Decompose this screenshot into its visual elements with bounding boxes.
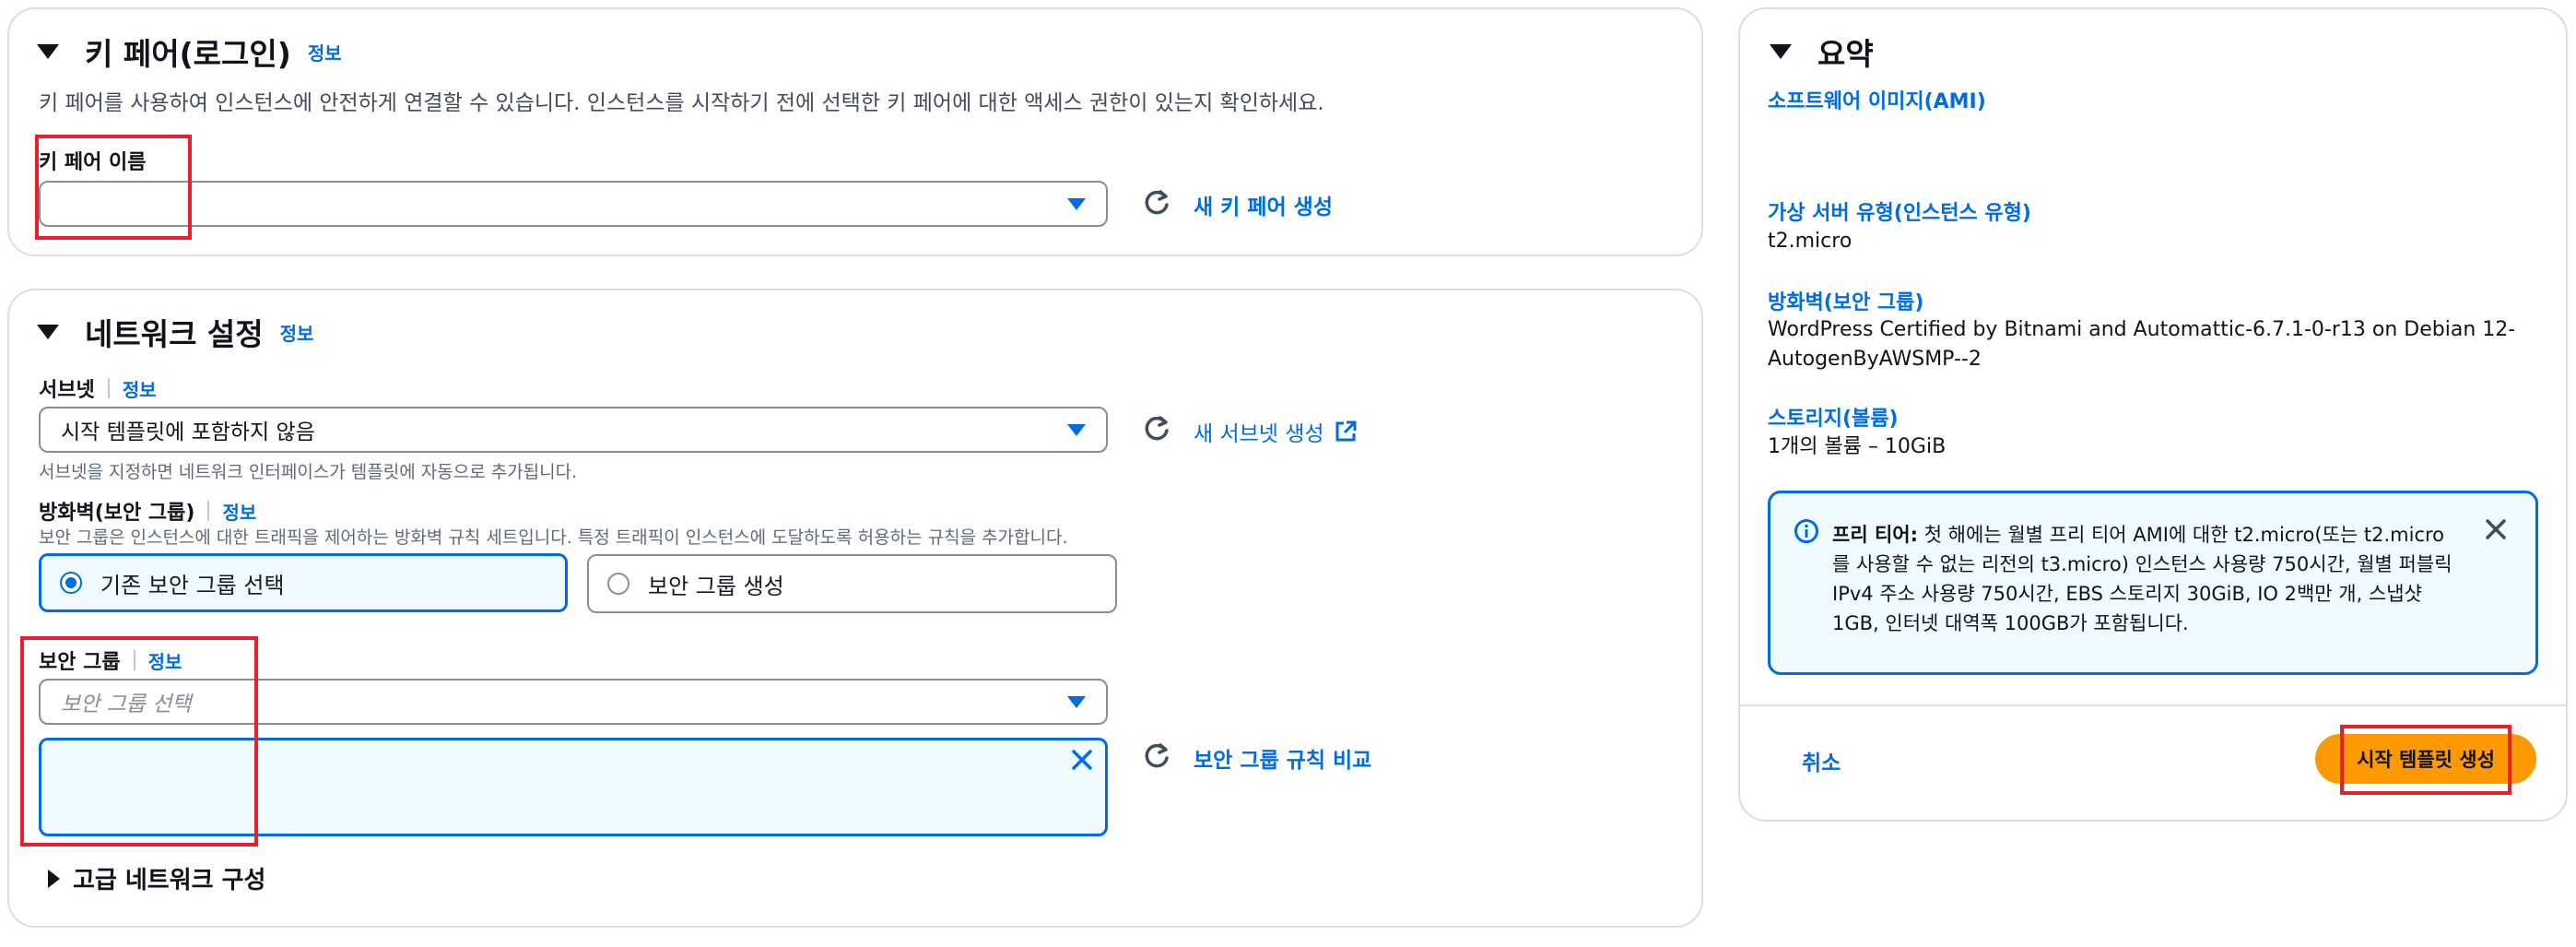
summary-heading[interactable]: 요약 bbox=[1770, 30, 1874, 74]
free-tier-title: 프리 티어: bbox=[1832, 524, 1918, 546]
highlight-box-create-button bbox=[2340, 725, 2511, 795]
firewall-info-link[interactable]: 정보 bbox=[222, 498, 256, 525]
subnet-label-text: 서브넷 bbox=[39, 379, 95, 402]
network-heading[interactable]: 네트워크 설정 정보 bbox=[37, 310, 313, 354]
collapse-caret-icon[interactable] bbox=[1770, 44, 1792, 59]
subnet-select[interactable]: 시작 템플릿에 포함하지 않음 bbox=[39, 407, 1108, 453]
advanced-network-label: 고급 네트워크 구성 bbox=[73, 867, 266, 894]
key-pair-name-select[interactable] bbox=[39, 181, 1108, 227]
free-tier-text: 프리 티어: 첫 해에는 월별 프리 티어 AMI에 대한 t2.micro(또… bbox=[1832, 520, 2459, 638]
expand-caret-icon bbox=[48, 869, 60, 888]
radio-selected-icon bbox=[60, 572, 82, 594]
subnet-label: 서브넷 정보 bbox=[39, 373, 157, 403]
summary-footer-divider bbox=[1740, 704, 2566, 706]
key-pair-title: 키 페어(로그인) bbox=[85, 36, 291, 72]
close-icon[interactable] bbox=[2485, 518, 2507, 540]
summary-ami-link[interactable]: 소프트웨어 이미지(AMI) bbox=[1768, 85, 1986, 114]
summary-firewall-value: WordPress Certified by Bitnami and Autom… bbox=[1768, 318, 2516, 371]
refresh-icon[interactable] bbox=[1143, 415, 1170, 443]
radio-create-security-group[interactable]: 보안 그룹 생성 bbox=[587, 554, 1117, 613]
dropdown-caret-icon bbox=[1067, 424, 1086, 436]
info-icon bbox=[1794, 519, 1818, 543]
advanced-network-toggle[interactable]: 고급 네트워크 구성 bbox=[48, 861, 265, 895]
create-subnet-link[interactable]: 새 서브넷 생성 bbox=[1194, 416, 1358, 447]
create-key-pair-link[interactable]: 새 키 페어 생성 bbox=[1194, 189, 1333, 220]
divider bbox=[207, 501, 210, 521]
close-icon[interactable] bbox=[1071, 749, 1093, 771]
compare-security-group-rules-link[interactable]: 보안 그룹 규칙 비교 bbox=[1194, 742, 1371, 774]
dropdown-caret-icon bbox=[1067, 198, 1086, 210]
collapse-caret-icon[interactable] bbox=[37, 325, 59, 339]
radio-option-label: 기존 보안 그룹 선택 bbox=[100, 572, 285, 598]
key-pair-heading[interactable]: 키 페어(로그인) 정보 bbox=[37, 30, 342, 74]
summary-storage-value: 1개의 볼륨 – 10GiB bbox=[1768, 435, 1947, 458]
subnet-hint: 서브넷을 지정하면 네트워크 인터페이스가 템플릿에 자동으로 추가됩니다. bbox=[39, 462, 578, 482]
firewall-label-text: 방화벽(보안 그룹) bbox=[39, 502, 195, 525]
firewall-hint: 보안 그룹은 인스턴스에 대한 트래픽을 제어하는 방화벽 규칙 세트입니다. … bbox=[39, 527, 1068, 548]
key-pair-info-link[interactable]: 정보 bbox=[308, 39, 342, 65]
summary-storage-link[interactable]: 스토리지(볼륨) bbox=[1768, 402, 1899, 432]
external-link-icon bbox=[1335, 420, 1357, 442]
highlight-box-key-pair-name bbox=[35, 135, 192, 240]
radio-unselected-icon bbox=[607, 573, 629, 595]
subnet-info-link[interactable]: 정보 bbox=[123, 375, 157, 402]
refresh-icon[interactable] bbox=[1143, 189, 1170, 217]
summary-title: 요약 bbox=[1817, 36, 1874, 72]
summary-instance-type-link[interactable]: 가상 서버 유형(인스턴스 유형) bbox=[1768, 196, 2031, 226]
dropdown-caret-icon bbox=[1067, 696, 1086, 708]
network-title: 네트워크 설정 bbox=[85, 316, 264, 352]
collapse-caret-icon[interactable] bbox=[37, 44, 59, 59]
highlight-box-security-group bbox=[20, 636, 258, 846]
radio-option-label: 보안 그룹 생성 bbox=[648, 573, 784, 599]
summary-instance-type-value: t2.micro bbox=[1768, 230, 1853, 253]
radio-select-existing-security-group[interactable]: 기존 보안 그룹 선택 bbox=[39, 553, 568, 612]
summary-firewall-link[interactable]: 방화벽(보안 그룹) bbox=[1768, 286, 1923, 315]
cancel-button[interactable]: 취소 bbox=[1802, 745, 1841, 776]
free-tier-body: 첫 해에는 월별 프리 티어 AMI에 대한 t2.micro(또는 t2.mi… bbox=[1832, 524, 2452, 634]
subnet-value: 시작 템플릿에 포함하지 않음 bbox=[61, 420, 315, 444]
firewall-label: 방화벽(보안 그룹) 정보 bbox=[39, 496, 256, 526]
refresh-icon[interactable] bbox=[1143, 742, 1170, 770]
divider bbox=[107, 378, 110, 398]
key-pair-description: 키 페어를 사용하여 인스턴스에 안전하게 연결할 수 있습니다. 인스턴스를 … bbox=[39, 91, 1324, 115]
network-info-link[interactable]: 정보 bbox=[280, 319, 314, 346]
create-subnet-link-text[interactable]: 새 서브넷 생성 bbox=[1194, 416, 1324, 447]
